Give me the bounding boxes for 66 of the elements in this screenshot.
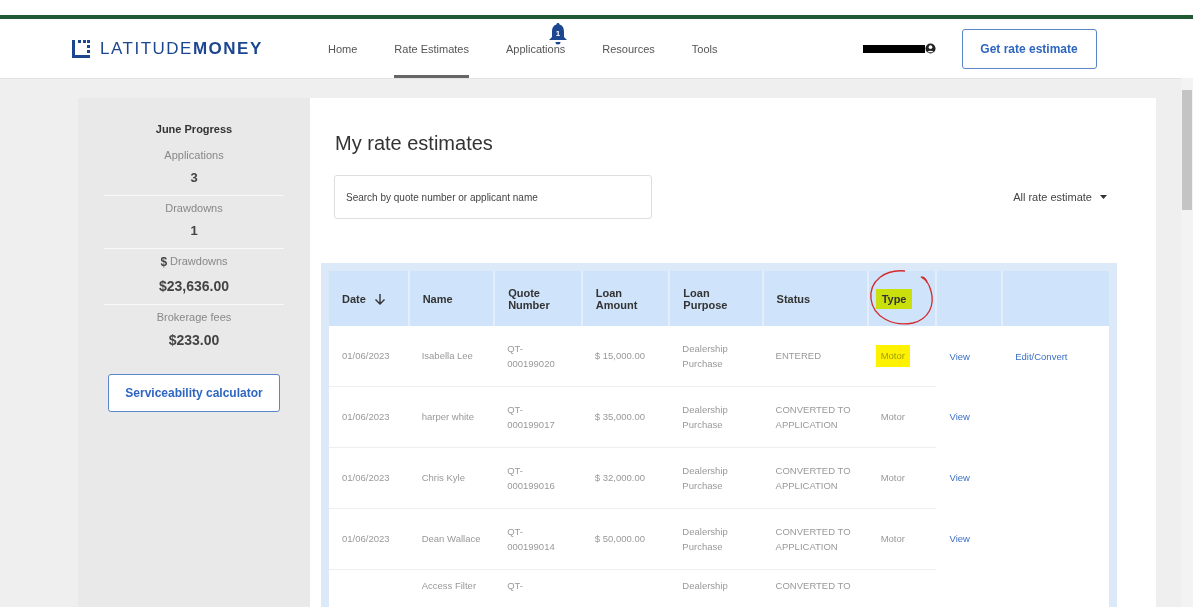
table-cell: 01/06/2023	[342, 411, 390, 423]
table-cell: CONVERTED TO	[775, 580, 851, 591]
view-link[interactable]: View	[949, 411, 970, 423]
logo-icon	[70, 37, 92, 60]
nav-link[interactable]: Resources	[602, 19, 655, 78]
table-cell: 01/06/2023	[342, 350, 390, 362]
table-cell: $ 15,000.00	[594, 350, 645, 362]
get-rate-estimate-button[interactable]: Get rate estimate	[961, 28, 1097, 69]
table-cell: QT-000199017	[507, 403, 555, 430]
table-cell: QT-000199020	[507, 342, 555, 369]
nav-link[interactable]: Home	[328, 19, 358, 78]
column-header[interactable]: Type	[875, 288, 913, 309]
column-header[interactable]: Name	[416, 288, 459, 309]
edit-convert-link[interactable]: Edit/Convert	[1015, 350, 1068, 362]
table-cell: 01/06/2023	[342, 533, 390, 545]
table-cell: Dealership	[682, 580, 728, 591]
table-cell-text: Motor	[879, 410, 906, 425]
table-cell: $ 50,000.00	[594, 533, 645, 545]
table-cell: Chris Kyle	[421, 472, 465, 484]
table-cell: QT-	[507, 580, 523, 591]
table-cell: Access Filter	[421, 580, 477, 591]
filter-dropdown[interactable]: All rate estimate	[1007, 190, 1113, 204]
table-cell: Dealership Purchase	[682, 342, 728, 369]
page-title: My rate estimates	[335, 132, 494, 155]
nav-link[interactable]: Tools	[691, 19, 718, 78]
scrollbar[interactable]	[1181, 78, 1193, 607]
table-cell-text: Motor	[879, 471, 906, 486]
user-icon[interactable]	[924, 43, 936, 54]
view-link[interactable]: View	[949, 472, 970, 484]
table-cell: 01/06/2023	[342, 472, 390, 484]
table-cell: $ 32,000.00	[594, 472, 645, 484]
table-cell: CONVERTED TO APPLICATION	[775, 403, 851, 430]
table-cell: QT-000199016	[507, 464, 555, 491]
view-link[interactable]: View	[949, 350, 970, 362]
table-cell: QT-000199014	[507, 525, 555, 552]
view-link[interactable]: View	[949, 533, 970, 545]
table-cell: Isabella Lee	[421, 350, 473, 362]
logo-text: LATITUDEMONEY	[100, 38, 263, 59]
stat-label: Applications	[164, 149, 224, 161]
sidebar-title: June Progress	[155, 123, 233, 135]
caret-icon[interactable]	[1100, 195, 1107, 199]
table-cell: $ 35,000.00	[594, 411, 645, 423]
table-cell: Dealership Purchase	[682, 525, 728, 552]
table-cell: Dealership Purchase	[682, 464, 728, 491]
table-cell: Dean Wallace	[421, 533, 481, 545]
nav-link[interactable]: Rate Estimates	[394, 19, 469, 78]
sort-arrow-icon[interactable]	[373, 292, 386, 305]
table-cell: harper white	[421, 411, 474, 423]
notification-bell-icon[interactable]: 1	[547, 22, 570, 46]
stat-value: 1	[190, 223, 198, 238]
table-cell: ENTERED	[775, 350, 821, 362]
stat-label: Drawdowns	[165, 202, 223, 214]
column-header[interactable]: Status	[770, 288, 817, 309]
table-cell: CONVERTED TO APPLICATION	[775, 525, 851, 552]
table-cell: Dealership Purchase	[682, 403, 728, 430]
calculator-button[interactable]: Serviceability calculator	[108, 374, 280, 412]
table-cell-text: Motor	[879, 532, 906, 547]
stat-label: Brokerage fees	[156, 311, 232, 323]
table-cell: Motor	[875, 345, 910, 367]
stat-value: 3	[190, 170, 198, 185]
redaction-bar	[862, 44, 925, 53]
stat-value: $23,636.00	[158, 278, 230, 294]
search-field[interactable]: Search by quote number or applicant name	[334, 175, 652, 219]
table-cell: CONVERTED TO APPLICATION	[775, 464, 851, 491]
stat-value: $233.00	[168, 332, 220, 348]
stat-label: $ Drawdowns	[160, 255, 228, 269]
